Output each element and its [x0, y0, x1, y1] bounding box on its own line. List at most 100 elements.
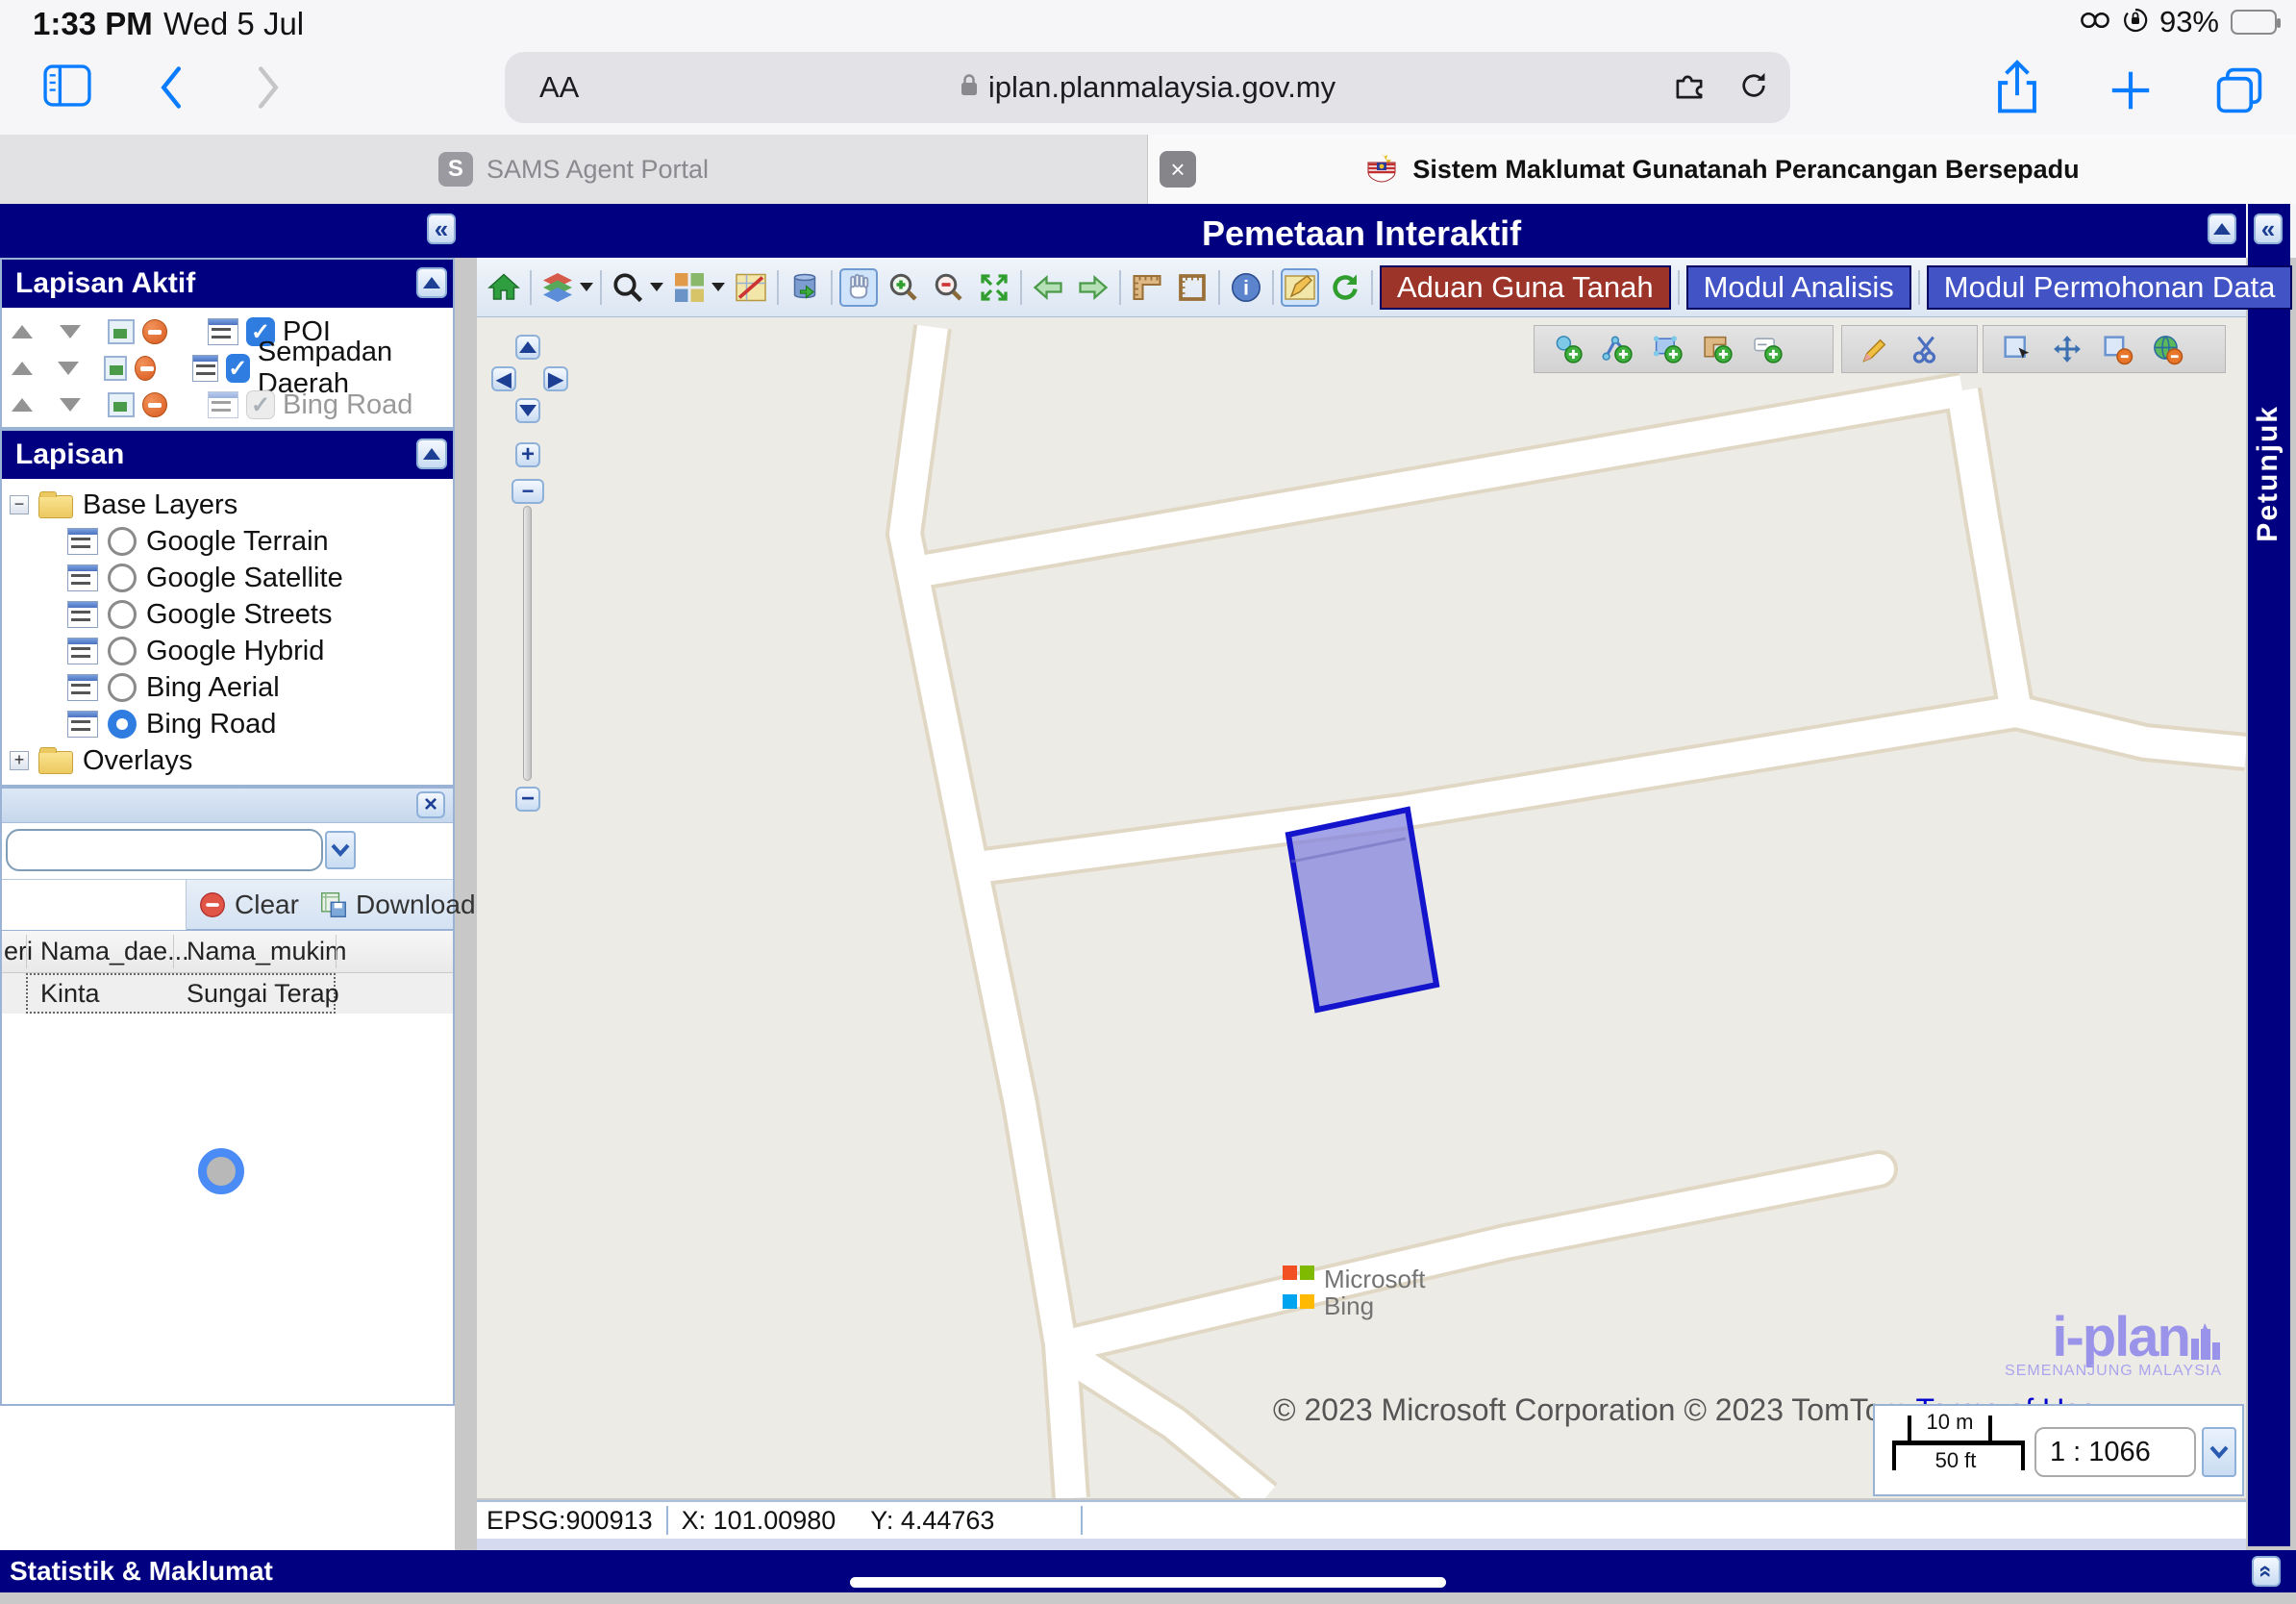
remove-layer-icon[interactable] — [142, 319, 167, 344]
home-extent-icon[interactable] — [485, 268, 523, 307]
forward-button[interactable] — [256, 65, 281, 114]
zoom-out-button[interactable]: − — [515, 787, 540, 812]
legend-icon[interactable] — [67, 528, 98, 555]
collapse-sidebar-button[interactable]: « — [427, 213, 456, 244]
move-layer-down-icon[interactable] — [60, 398, 81, 412]
move-layer-down-icon[interactable] — [60, 325, 81, 338]
share-button[interactable] — [1992, 58, 2042, 122]
close-panel-icon[interactable]: × — [416, 791, 445, 818]
pan-tool-icon[interactable] — [839, 268, 878, 307]
expand-group-icon[interactable]: + — [10, 751, 29, 770]
results-table-header[interactable]: eri Nama_dae... Nama_mukim — [2, 931, 453, 973]
select-feature-icon[interactable] — [2001, 333, 2034, 365]
scale-select-dropdown-icon[interactable] — [2202, 1427, 2236, 1477]
reload-icon[interactable] — [1738, 70, 1769, 106]
map-canvas[interactable]: ◀ ▶ + − − — [477, 317, 2246, 1498]
search-tool-icon[interactable] — [609, 268, 647, 307]
radio-unselected[interactable] — [108, 564, 137, 592]
clear-all-features-icon[interactable] — [2151, 333, 2184, 365]
legend-icon[interactable] — [67, 674, 98, 701]
measure-area-icon[interactable] — [1173, 268, 1211, 307]
move-layer-up-icon[interactable] — [12, 398, 33, 412]
remove-layer-icon[interactable] — [135, 356, 156, 381]
layer-style-icon[interactable] — [108, 392, 135, 417]
base-layer-option[interactable]: Google Streets — [10, 596, 453, 633]
pan-down-button[interactable] — [515, 398, 540, 423]
next-extent-icon[interactable] — [1074, 268, 1112, 307]
new-tab-button[interactable] — [2108, 67, 2154, 118]
column-header[interactable]: Nama_dae... — [40, 931, 189, 972]
add-polygon-icon[interactable] — [1652, 333, 1685, 365]
legend-icon[interactable] — [208, 391, 238, 418]
move-feature-icon[interactable] — [2051, 333, 2084, 365]
legend-icon[interactable] — [67, 601, 98, 628]
layer-style-icon[interactable] — [104, 356, 127, 381]
tree-group-overlays[interactable]: + Overlays — [10, 742, 453, 779]
draw-on-map-icon[interactable] — [1281, 268, 1319, 307]
clear-button[interactable]: Clear — [198, 890, 299, 920]
tab-iplan[interactable]: × Sistem Maklumat Gunatanah Perancangan … — [1148, 135, 2296, 204]
sidebar-toggle-button[interactable] — [42, 63, 92, 113]
search-combobox-input[interactable] — [6, 829, 323, 871]
refresh-map-icon[interactable] — [1326, 268, 1364, 307]
base-layer-option[interactable]: Google Hybrid — [10, 633, 453, 669]
layer-style-icon[interactable] — [108, 319, 135, 344]
expand-petunjuk-button[interactable]: « — [2254, 213, 2283, 244]
zoom-out-icon[interactable] — [930, 268, 968, 307]
petunjuk-tab[interactable]: Petunjuk — [2252, 271, 2284, 675]
pan-left-button[interactable]: ◀ — [491, 366, 516, 391]
map-measure-icon[interactable] — [732, 268, 770, 307]
edit-pencil-icon[interactable] — [1859, 333, 1892, 365]
move-layer-down-icon[interactable] — [58, 362, 79, 375]
cut-scissors-icon[interactable] — [1909, 333, 1942, 365]
modul-permohonan-data-button[interactable]: Modul Permohonan Data — [1927, 265, 2293, 310]
collapse-panel-icon[interactable] — [416, 439, 447, 469]
previous-extent-icon[interactable] — [1029, 268, 1067, 307]
tab-sams-agent-portal[interactable]: S SAMS Agent Portal — [0, 135, 1148, 204]
basemap-gallery-icon[interactable] — [670, 268, 709, 307]
filter-input[interactable] — [2, 880, 187, 930]
radio-unselected[interactable] — [108, 673, 137, 702]
full-extent-icon[interactable] — [975, 268, 1013, 307]
dropdown-caret-icon[interactable] — [580, 283, 593, 291]
move-layer-up-icon[interactable] — [12, 362, 33, 375]
add-label-icon[interactable] — [1752, 333, 1784, 365]
url-bar[interactable]: AA iplan.planmalaysia.gov.my — [505, 52, 1790, 123]
pan-up-button[interactable] — [515, 335, 540, 360]
base-layer-option[interactable]: Bing Aerial — [10, 669, 453, 706]
legend-icon[interactable] — [67, 638, 98, 664]
back-button[interactable] — [159, 65, 184, 114]
base-layer-option[interactable]: Bing Road — [10, 706, 453, 742]
download-button[interactable]: Download — [319, 890, 499, 920]
active-layer-row[interactable]: ✓ Sempadan Daerah — [2, 350, 453, 387]
home-indicator[interactable] — [850, 1577, 1446, 1588]
collapse-panel-icon[interactable] — [416, 267, 447, 298]
zoom-in-button[interactable]: + — [515, 442, 540, 467]
legend-icon[interactable] — [67, 711, 98, 738]
column-header[interactable]: eri — [4, 931, 33, 972]
legend-icon[interactable] — [192, 355, 218, 382]
column-header[interactable]: Nama_mukim — [187, 931, 347, 972]
radio-unselected[interactable] — [108, 637, 137, 665]
active-layer-row[interactable]: ✓ Bing Road — [2, 387, 453, 423]
aduan-guna-tanah-button[interactable]: Aduan Guna Tanah — [1380, 265, 1671, 310]
legend-icon[interactable] — [208, 318, 238, 345]
add-line-icon[interactable] — [1602, 333, 1635, 365]
identify-info-icon[interactable]: i — [1227, 268, 1265, 307]
layer-checkbox[interactable]: ✓ — [226, 354, 250, 383]
base-layer-option[interactable]: Google Terrain — [10, 523, 453, 560]
zoom-slider-handle[interactable]: − — [512, 479, 544, 504]
export-data-icon[interactable] — [786, 268, 824, 307]
modul-analisis-button[interactable]: Modul Analisis — [1686, 265, 1911, 310]
expand-statistik-icon[interactable]: « — [2252, 1556, 2281, 1587]
extensions-icon[interactable] — [1673, 69, 1706, 107]
collapse-map-header-icon[interactable] — [2208, 213, 2236, 244]
close-tab-icon[interactable]: × — [1160, 151, 1196, 188]
layers-tool-icon[interactable] — [538, 268, 577, 307]
add-measure-icon[interactable] — [1702, 333, 1734, 365]
scale-select[interactable]: 1 : 1066 — [2034, 1427, 2196, 1477]
combobox-dropdown-button[interactable] — [325, 831, 356, 869]
zoom-in-icon[interactable] — [885, 268, 923, 307]
radio-unselected[interactable] — [108, 527, 137, 556]
remove-selection-icon[interactable] — [2101, 333, 2134, 365]
